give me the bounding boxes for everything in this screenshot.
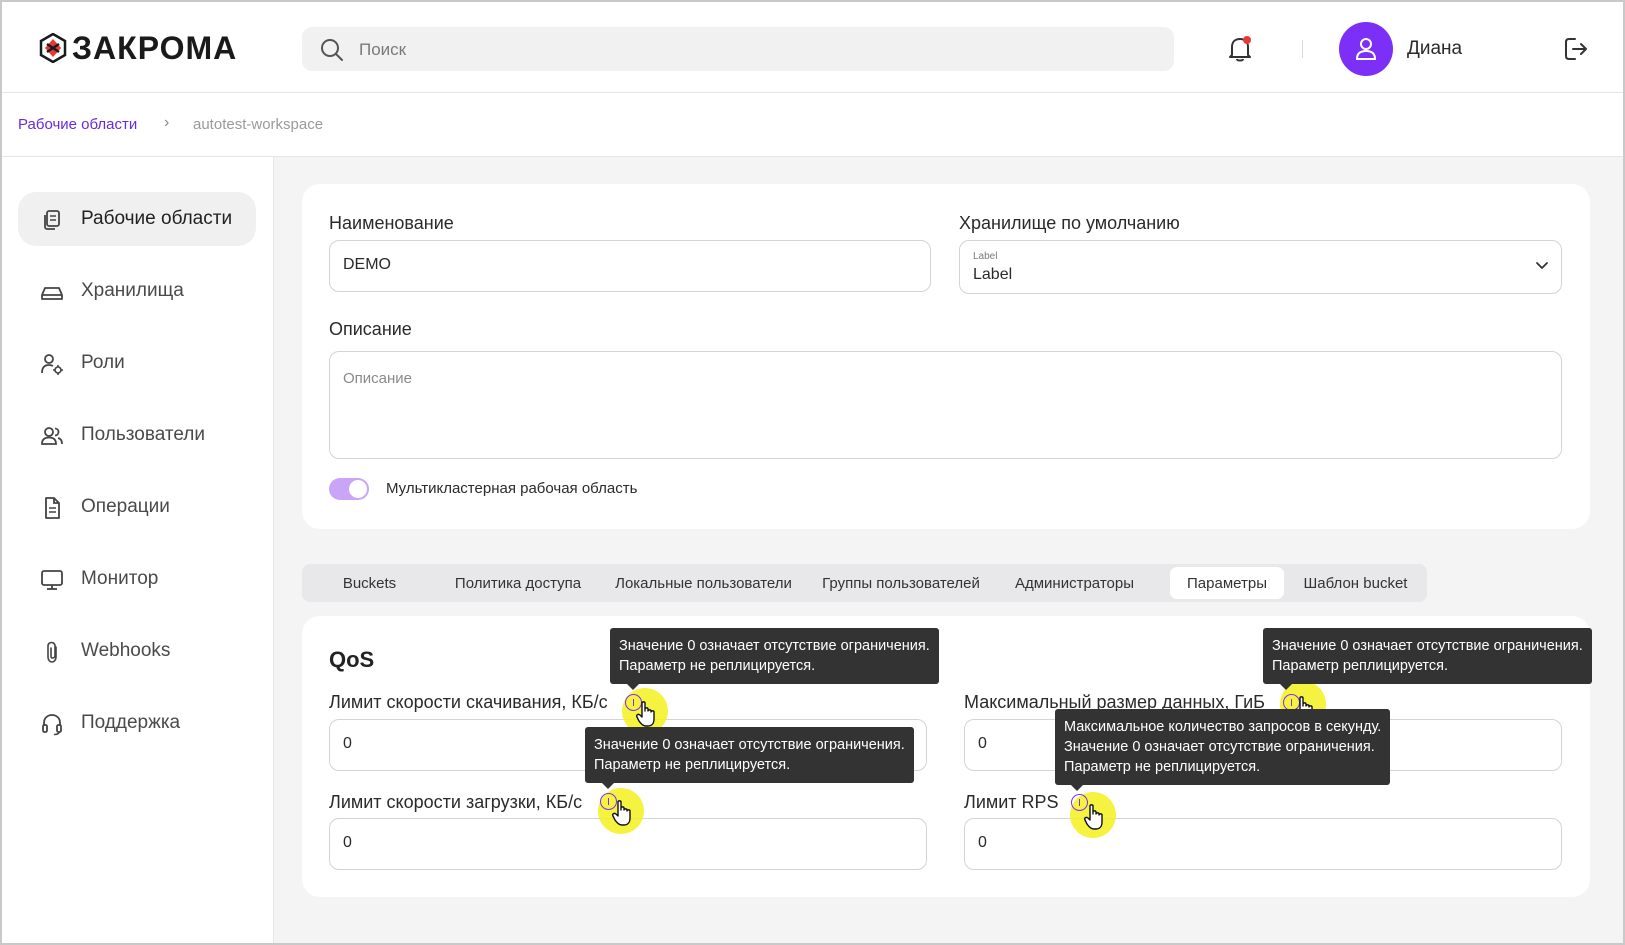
tooltip-arrow [602, 783, 614, 789]
tooltip-upload: Значение 0 означает отсутствие ограничен… [585, 727, 914, 789]
tab-user-groups[interactable]: Группы пользователей [809, 567, 993, 599]
logo-text: ЗАКРОМА [72, 30, 238, 66]
search-icon [321, 39, 343, 61]
sidebar-item-webhooks[interactable]: Webhooks [18, 624, 256, 678]
sidebar-item-support[interactable]: Поддержка [18, 696, 256, 750]
tooltip-line: Значение 0 означает отсутствие ограничен… [1064, 739, 1375, 755]
user-icon [1355, 38, 1377, 60]
sidebar: Рабочие области Хранилища Роли Пользоват… [2, 157, 274, 943]
name-field[interactable]: DEMO [329, 240, 931, 292]
description-label: Описание [329, 319, 412, 339]
storage-icon [41, 287, 63, 300]
download-limit-label: Лимит скорости скачивания, КБ/с [329, 692, 608, 712]
default-storage-select[interactable]: Label Label [959, 240, 1562, 294]
sidebar-item-roles[interactable]: Роли [18, 336, 256, 390]
user-name[interactable]: Диана [1407, 38, 1462, 60]
toggle-knob [349, 480, 367, 498]
tab-bucket-template[interactable]: Шаблон bucket [1292, 567, 1419, 599]
hand-cursor-icon [1084, 804, 1103, 830]
hand-cursor-icon [636, 701, 655, 727]
tab-local-users[interactable]: Локальные пользователи [605, 567, 802, 599]
breadcrumb: Рабочие области › autotest-workspace [2, 93, 1623, 157]
tooltip-download: Значение 0 означает отсутствие ограничен… [610, 628, 939, 690]
tab-buckets[interactable]: Buckets [310, 567, 429, 599]
user-settings-icon [41, 354, 63, 375]
tooltip-line: Значение 0 означает отсутствие ограничен… [619, 638, 930, 654]
header-divider [1302, 40, 1303, 58]
chevron-down-icon [1536, 262, 1548, 269]
notifications-bell-icon[interactable] [1227, 35, 1253, 63]
select-floating-label: Label [973, 251, 998, 262]
sidebar-item-label: Пользователи [81, 424, 206, 445]
max-size-value: 0 [978, 735, 987, 752]
avatar[interactable] [1339, 22, 1393, 76]
sidebar-item-label: Webhooks [81, 640, 171, 661]
tooltip-line: Максимальное количество запросов в секун… [1064, 719, 1382, 735]
sidebar-item-label: Поддержка [81, 712, 181, 733]
document-icon [45, 497, 60, 519]
rps-limit-field[interactable]: 0 [964, 818, 1562, 870]
app-window: ЗАКРОМА Поиск Диана Рабочие области › au… [0, 0, 1625, 945]
search-bar[interactable]: Поиск [302, 27, 1174, 71]
tab-access-policy[interactable]: Политика доступа [438, 567, 598, 599]
tooltip-line: Параметр не реплицируется. [619, 658, 816, 674]
headset-icon [42, 714, 62, 736]
logo[interactable]: ЗАКРОМА [38, 31, 237, 65]
logo-mark-icon [39, 33, 67, 63]
download-limit-value: 0 [343, 735, 352, 752]
sidebar-item-monitor[interactable]: Монитор [18, 552, 256, 606]
rps-limit-label: Лимит RPS [964, 792, 1059, 812]
tooltip-line: Значение 0 означает отсутствие ограничен… [594, 737, 905, 753]
select-value: Label [973, 266, 1013, 283]
sidebar-item-users[interactable]: Пользователи [18, 408, 256, 462]
breadcrumb-separator: › [164, 114, 170, 131]
sidebar-item-label: Хранилища [81, 280, 184, 301]
tooltip-line: Параметр не реплицируется. [594, 757, 791, 773]
monitor-icon [41, 570, 63, 590]
users-icon [41, 427, 63, 445]
tooltip-line: Значение 0 означает отсутствие ограничен… [1272, 638, 1583, 654]
tooltip-rps: Максимальное количество запросов в секун… [1055, 709, 1391, 791]
tooltip-arrow [627, 684, 639, 690]
sidebar-item-storages[interactable]: Хранилища [18, 264, 256, 318]
tooltip-arrow [1071, 785, 1083, 791]
sidebar-item-operations[interactable]: Операции [18, 480, 256, 534]
tooltip-line: Параметр не реплицируется. [1064, 759, 1261, 775]
sidebar-item-label: Рабочие области [81, 208, 233, 229]
breadcrumb-root-link[interactable]: Рабочие области [18, 116, 137, 133]
rps-limit-value: 0 [978, 834, 987, 851]
description-field[interactable]: Описание [329, 351, 1562, 459]
tab-parameters[interactable]: Параметры [1170, 567, 1284, 599]
breadcrumb-current: autotest-workspace [193, 116, 324, 133]
workspace-tabs: Buckets Политика доступа Локальные польз… [302, 564, 1427, 602]
tooltip-line: Параметр реплицируется. [1272, 658, 1449, 674]
sidebar-item-label: Монитор [81, 568, 159, 589]
name-value: DEMO [343, 256, 391, 273]
tooltip-max-size: Значение 0 означает отсутствие ограничен… [1263, 628, 1592, 690]
description-placeholder: Описание [343, 370, 413, 387]
sidebar-item-label: Роли [81, 352, 125, 373]
top-header: ЗАКРОМА Поиск Диана [2, 2, 1623, 93]
hand-cursor-icon [612, 800, 631, 826]
multicluster-toggle[interactable] [329, 478, 369, 500]
upload-limit-value: 0 [343, 834, 352, 851]
upload-limit-label: Лимит скорости загрузки, КБ/с [329, 792, 583, 812]
sidebar-item-label: Операции [81, 496, 170, 517]
name-label: Наименование [329, 213, 454, 233]
default-storage-label: Хранилище по умолчанию [959, 213, 1180, 233]
tooltip-arrow [1280, 684, 1292, 690]
paperclip-icon [47, 641, 57, 663]
sidebar-item-workspaces[interactable]: Рабочие области [18, 192, 256, 246]
documents-icon [44, 210, 60, 230]
tab-administrators[interactable]: Администраторы [1002, 567, 1147, 599]
search-input[interactable]: Поиск [359, 40, 406, 60]
logout-icon[interactable] [1562, 35, 1590, 63]
multicluster-label: Мультикластерная рабочая область [386, 480, 638, 497]
qos-title: QoS [329, 647, 375, 672]
